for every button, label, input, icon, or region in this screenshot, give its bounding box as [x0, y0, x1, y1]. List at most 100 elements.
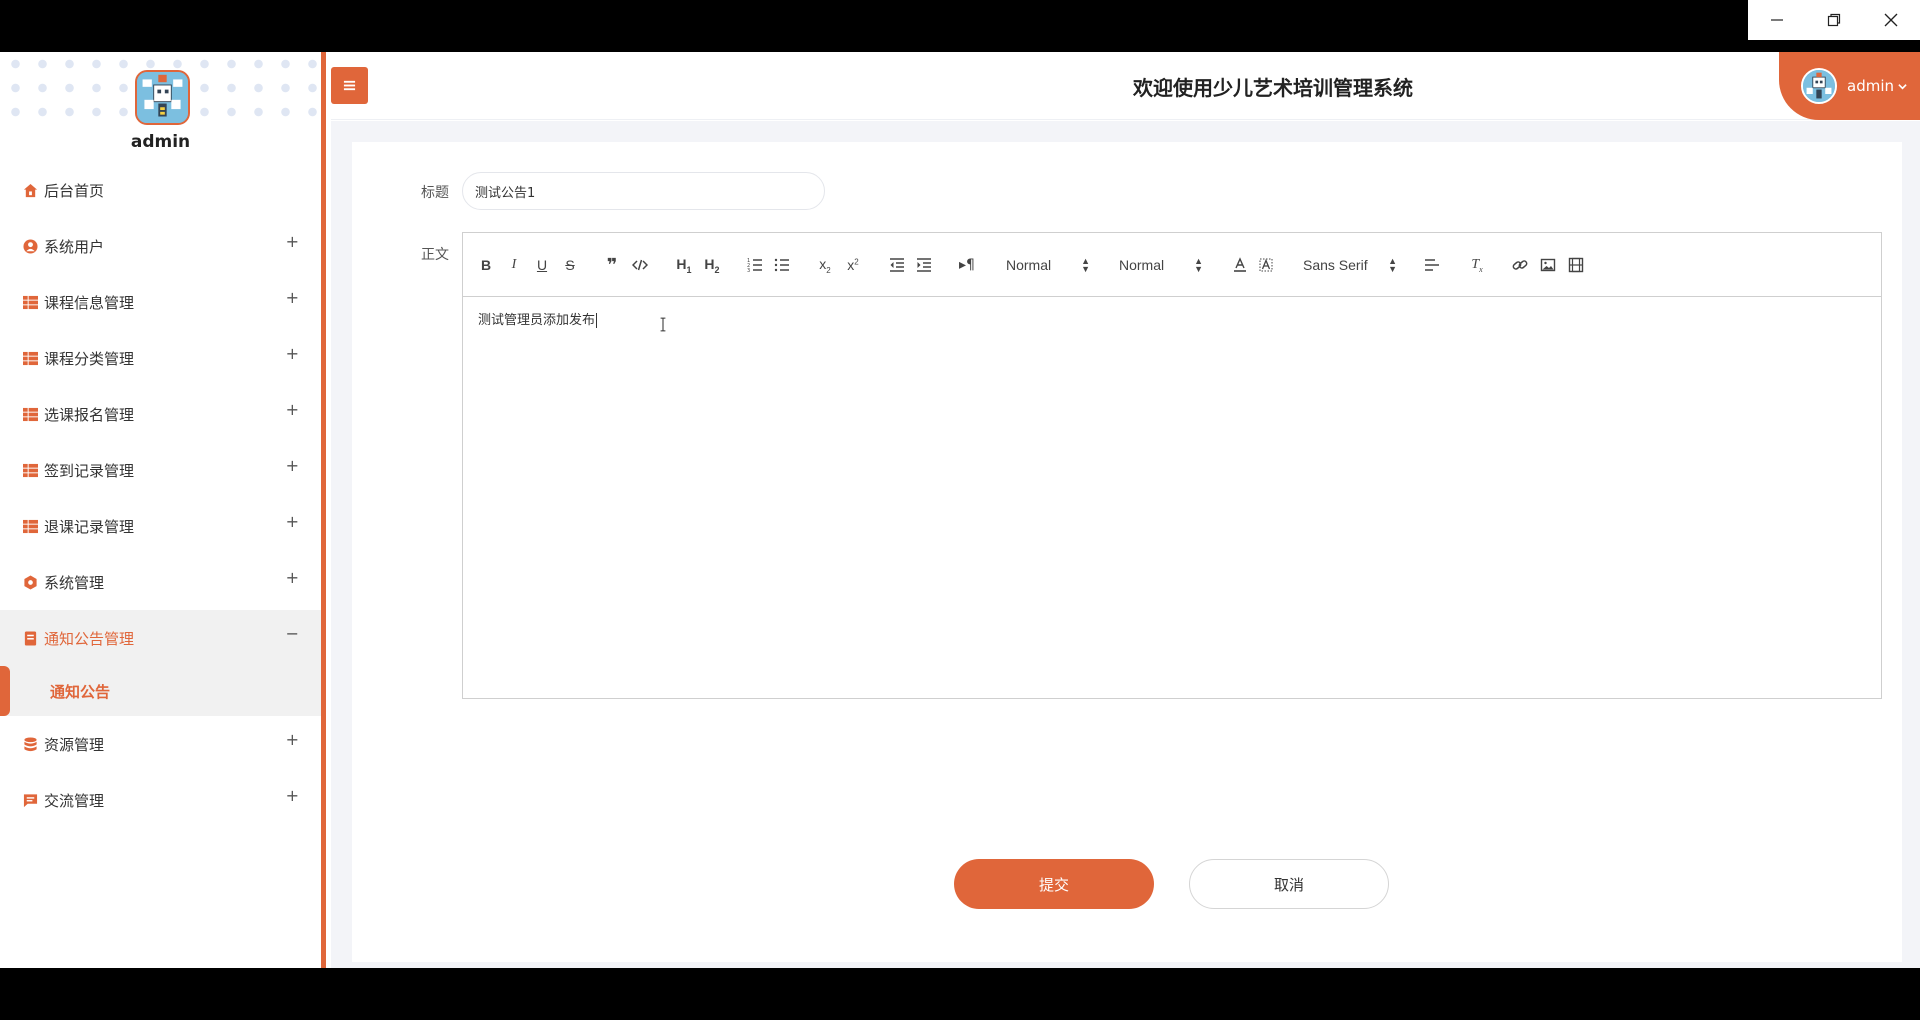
- body-label: 正文: [421, 247, 449, 263]
- sidebar-item-resources[interactable]: 资源管理 +: [0, 716, 321, 772]
- expand-icon[interactable]: +: [286, 232, 299, 251]
- expand-icon[interactable]: +: [286, 512, 299, 531]
- image-button[interactable]: [1539, 255, 1557, 275]
- header-picker[interactable]: Normal ▲ ▼: [1119, 255, 1203, 275]
- bold-icon: B: [480, 257, 492, 273]
- minimize-button[interactable]: [1748, 0, 1805, 40]
- expand-icon[interactable]: +: [286, 456, 299, 475]
- rich-text-editor: B I U S ❞ H1 H2 123 x2 x2 ▸¶ Normal ▲ ▼ N…: [462, 232, 1882, 699]
- background-color-icon: [1259, 258, 1273, 272]
- sidebar-item-label: 系统用户: [44, 237, 105, 256]
- bullet-list-button[interactable]: [773, 255, 791, 275]
- video-icon: [1568, 257, 1584, 273]
- sidebar-item-system-management[interactable]: 系统管理 +: [0, 554, 321, 610]
- chat-icon: [22, 792, 38, 808]
- sidebar-item-label: 系统管理: [44, 573, 105, 592]
- expand-icon[interactable]: +: [286, 288, 299, 307]
- robot-avatar-icon: [137, 72, 188, 123]
- size-picker[interactable]: Normal ▲ ▼: [1006, 255, 1090, 275]
- notice-icon: [22, 630, 38, 646]
- sidebar-item-system-users[interactable]: 系统用户 +: [0, 218, 321, 274]
- sidebar-menu: 后台首页 系统用户 + 课程信息管理 + 课程分类管理 + 选课报名管理 + 签…: [0, 162, 321, 828]
- bold-button[interactable]: B: [477, 255, 495, 275]
- expand-icon[interactable]: +: [286, 730, 299, 749]
- sidebar-item-notice-management[interactable]: 通知公告管理 −: [0, 610, 321, 666]
- superscript-button[interactable]: x2: [843, 255, 863, 275]
- sidebar-item-label: 选课报名管理: [44, 405, 135, 424]
- title-input[interactable]: [462, 172, 825, 210]
- sidebar-item-withdrawal[interactable]: 退课记录管理 +: [0, 498, 321, 554]
- editor-content[interactable]: 测试管理员添加发布​: [463, 297, 1881, 340]
- indent-button[interactable]: [915, 255, 933, 275]
- h1-button[interactable]: H1: [673, 255, 695, 275]
- subscript-icon: x2: [819, 255, 831, 275]
- sidebar-item-label: 资源管理: [44, 735, 105, 754]
- align-left-icon: [1425, 259, 1439, 271]
- editor-text: 测试管理员添加发布: [478, 313, 596, 328]
- sidebar: admin 后台首页 系统用户 + 课程信息管理 + 课程分类管理 + 选课报名…: [0, 52, 326, 968]
- expand-icon[interactable]: +: [286, 568, 299, 587]
- image-icon: [1540, 258, 1556, 272]
- ordered-list-button[interactable]: 123: [746, 255, 764, 275]
- underline-button[interactable]: U: [533, 255, 551, 275]
- italic-button[interactable]: I: [505, 255, 523, 275]
- sidebar-item-label: 交流管理: [44, 791, 105, 810]
- link-button[interactable]: [1511, 255, 1529, 275]
- ordered-list-icon: 123: [747, 258, 762, 273]
- sidebar-item-course-category[interactable]: 课程分类管理 +: [0, 330, 321, 386]
- grid-icon: [22, 462, 38, 478]
- restore-button[interactable]: [1805, 0, 1862, 40]
- grid-icon: [22, 518, 38, 534]
- strike-button[interactable]: S: [561, 255, 579, 275]
- code-icon: [632, 259, 648, 271]
- svg-text:3: 3: [747, 268, 750, 273]
- code-block-button[interactable]: [631, 255, 649, 275]
- quote-icon: ❞: [606, 254, 618, 276]
- text-color-button[interactable]: [1231, 255, 1249, 275]
- mouse-cursor-ibeam-icon: [659, 317, 667, 336]
- expand-icon[interactable]: +: [286, 786, 299, 805]
- bullet-list-icon: [774, 258, 789, 272]
- collapse-icon[interactable]: −: [286, 624, 299, 643]
- sidebar-item-enrollment[interactable]: 选课报名管理 +: [0, 386, 321, 442]
- h2-button[interactable]: H2: [701, 255, 723, 275]
- background-color-button[interactable]: [1257, 255, 1275, 275]
- picker-arrow-icon: ▲ ▼: [1388, 256, 1397, 274]
- page-title: 欢迎使用少儿艺术培训管理系统: [1133, 76, 1413, 100]
- sidebar-item-course-info[interactable]: 课程信息管理 +: [0, 274, 321, 330]
- subscript-button[interactable]: x2: [815, 255, 835, 275]
- avatar: [1801, 68, 1837, 104]
- picker-arrow-icon: ▲ ▼: [1081, 256, 1090, 274]
- home-icon: [22, 182, 38, 198]
- sidebar-item-attendance[interactable]: 签到记录管理 +: [0, 442, 321, 498]
- blockquote-button[interactable]: ❞: [603, 254, 621, 276]
- outdent-button[interactable]: [888, 255, 906, 275]
- video-button[interactable]: [1567, 255, 1585, 275]
- text-cursor: ​: [596, 313, 598, 328]
- h1-icon: H1: [676, 255, 692, 275]
- restore-icon: [1827, 13, 1840, 27]
- user-menu[interactable]: admin: [1779, 52, 1920, 120]
- window-controls: [1748, 0, 1920, 40]
- text-direction-button[interactable]: ▸¶: [957, 255, 977, 275]
- submit-button[interactable]: 提交: [954, 859, 1154, 909]
- editor-toolbar: B I U S ❞ H1 H2 123 x2 x2 ▸¶ Normal ▲ ▼ N…: [463, 233, 1881, 297]
- sidebar-item-label: 通知公告管理: [44, 629, 135, 648]
- underline-icon: U: [536, 257, 548, 273]
- font-picker[interactable]: Sans Serif ▲ ▼: [1303, 255, 1397, 275]
- robot-avatar-icon: [1803, 70, 1835, 102]
- avatar[interactable]: [135, 70, 190, 125]
- header-picker-label: Normal: [1119, 257, 1165, 273]
- grid-icon: [22, 350, 38, 366]
- close-button[interactable]: [1862, 0, 1919, 40]
- expand-icon[interactable]: +: [286, 344, 299, 363]
- align-button[interactable]: [1423, 255, 1441, 275]
- cancel-button[interactable]: 取消: [1189, 859, 1389, 909]
- clear-format-button[interactable]: Tx: [1467, 255, 1487, 275]
- expand-icon[interactable]: +: [286, 400, 299, 419]
- sidebar-item-home[interactable]: 后台首页: [0, 162, 321, 218]
- sidebar-username: admin: [130, 132, 191, 152]
- sidebar-subitem-notice[interactable]: 通知公告: [0, 666, 321, 716]
- hexagon-icon: [22, 574, 38, 590]
- sidebar-item-communication[interactable]: 交流管理 +: [0, 772, 321, 828]
